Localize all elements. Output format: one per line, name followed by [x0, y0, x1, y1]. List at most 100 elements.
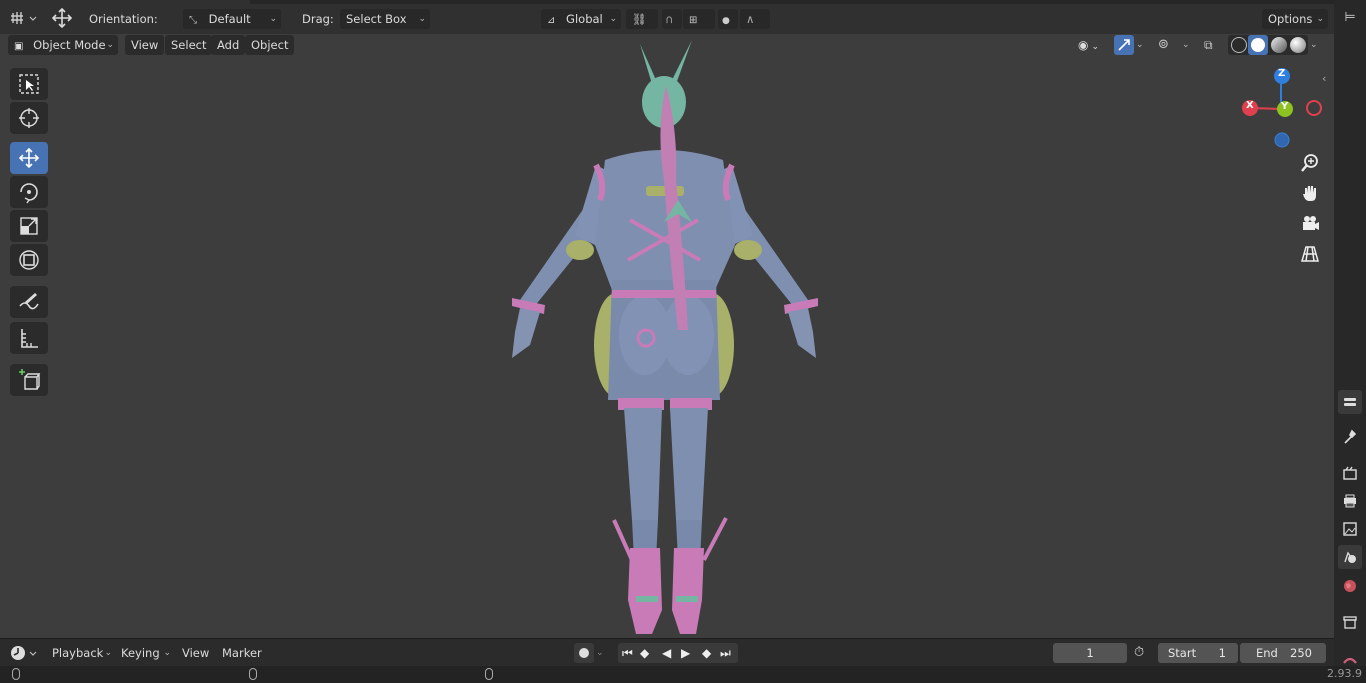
end-frame-field[interactable]: End 250 — [1240, 643, 1326, 663]
solid-shading-icon[interactable] — [1248, 35, 1268, 55]
settings-icon — [1344, 398, 1356, 406]
material-shading-icon[interactable] — [1271, 37, 1287, 53]
start-frame-field[interactable]: Start 1 — [1158, 643, 1238, 663]
scale-icon — [20, 217, 38, 235]
drag-value: Select Box — [346, 12, 407, 26]
cursor-tool[interactable] — [10, 102, 48, 134]
menu-marker[interactable]: Marker — [216, 643, 268, 663]
current-frame-field[interactable]: 1 — [1053, 643, 1127, 663]
proportional-edit-icon: ● — [722, 16, 730, 26]
chevron-down-icon: ⌄ — [104, 648, 112, 658]
menu-keying-label: Keying — [121, 646, 160, 660]
cursor-icon — [19, 108, 39, 128]
select-box-tool[interactable] — [10, 68, 48, 100]
editor-type-button[interactable] — [8, 8, 38, 28]
falloff-dropdown[interactable]: ∧ — [740, 9, 770, 29]
menu-timeline-view[interactable]: View — [176, 643, 215, 663]
world-tab[interactable] — [1338, 574, 1362, 598]
visibility-dropdown[interactable]: ◉ ⌄ — [1078, 35, 1110, 55]
zoom-button[interactable] — [1296, 149, 1324, 177]
auto-keying-toggle[interactable] — [574, 643, 594, 663]
rotate-tool[interactable] — [10, 176, 48, 208]
pivot-dropdown[interactable]: ⛓ — [626, 9, 658, 29]
menu-playback[interactable]: Playback ⌄ — [46, 643, 116, 663]
shading-dropdown[interactable]: ⌄ — [1310, 35, 1324, 55]
gizmo-toggle[interactable] — [1114, 35, 1134, 55]
select-box-icon — [19, 74, 39, 94]
orientation-dropdown[interactable]: ⤡ Default ⌄ — [183, 9, 281, 29]
jump-start-icon[interactable]: ⏮ — [622, 643, 633, 663]
wireframe-shading-icon[interactable] — [1231, 37, 1247, 53]
perspective-toggle-button[interactable] — [1296, 240, 1324, 268]
options-label: Options — [1268, 12, 1313, 26]
clock-icon — [11, 646, 37, 660]
jump-end-icon[interactable]: ⏭ — [720, 643, 731, 663]
transform-tool[interactable] — [10, 244, 48, 276]
image-icon — [1343, 522, 1357, 536]
add-cube-tool[interactable] — [10, 364, 48, 396]
world-icon — [1344, 580, 1356, 592]
annotate-tool[interactable] — [10, 286, 48, 318]
scene-icon — [1344, 551, 1356, 563]
gizmo-dropdown[interactable]: ⌄ — [1136, 35, 1150, 55]
tool-tab[interactable] — [1338, 425, 1362, 449]
menu-object[interactable]: Object — [245, 35, 295, 55]
rendered-shading-icon[interactable] — [1290, 37, 1306, 53]
measure-tool[interactable] — [10, 322, 48, 354]
play-reverse-icon[interactable]: ◀ — [662, 643, 671, 663]
proportional-edit-toggle[interactable]: ● — [718, 9, 738, 29]
output-tab[interactable] — [1338, 489, 1362, 513]
view-layer-tab[interactable] — [1338, 517, 1362, 541]
navigation-gizmo[interactable]: Z X Y — [1236, 64, 1328, 156]
gizmo-y-label: Y — [1281, 101, 1289, 112]
render-tab[interactable] — [1338, 461, 1362, 485]
eye-icon: ◉ — [1078, 38, 1089, 52]
snap-target-dropdown[interactable]: ⊞ — [683, 9, 715, 29]
preview-range-toggle[interactable]: ⏱ — [1134, 643, 1154, 663]
menu-add[interactable]: Add — [211, 35, 246, 55]
gizmo-x-label: X — [1246, 100, 1254, 111]
menu-select[interactable]: Select — [165, 35, 213, 55]
drag-dropdown[interactable]: Select Box ⌄ — [340, 9, 430, 29]
timeline-editor-type-button[interactable] — [8, 643, 40, 663]
menu-view[interactable]: View — [125, 35, 165, 55]
zoom-icon — [1301, 154, 1318, 172]
outliner-icon[interactable]: ⊨ — [1338, 6, 1362, 30]
mode-dropdown[interactable]: ▣ Object Mode ⌄ — [8, 35, 118, 55]
next-keyframe-icon[interactable]: ◆ — [702, 643, 711, 663]
pan-button[interactable] — [1296, 179, 1324, 207]
collection-tab[interactable] — [1338, 610, 1362, 634]
chevron-down-icon: ⌄ — [1316, 14, 1324, 24]
add-cube-icon — [19, 369, 41, 390]
camera-view-button[interactable] — [1296, 209, 1324, 237]
tool-header: Orientation: ⤡ Default ⌄ Drag: Select Bo… — [0, 0, 1360, 34]
transform-space-icon: ⊿ — [547, 15, 556, 26]
texture-tab[interactable] — [1338, 652, 1362, 666]
scene-tab[interactable] — [1338, 545, 1362, 569]
3d-viewport-icon — [11, 12, 37, 24]
tool-properties-tab[interactable] — [1338, 390, 1362, 414]
viewport[interactable] — [0, 34, 1334, 638]
prev-keyframe-icon[interactable]: ◆ — [640, 643, 649, 663]
transform-space-dropdown[interactable]: ⊿ Global ⌄ — [541, 9, 621, 29]
overlays-dropdown[interactable]: ⌄ — [1182, 35, 1196, 55]
sidebar-toggle[interactable]: ‹ — [1322, 72, 1332, 88]
xray-toggle[interactable]: ⧉ — [1204, 35, 1224, 55]
keying-options-dropdown[interactable]: ⌄ — [596, 643, 610, 663]
mouse-left-icon — [12, 668, 20, 680]
scale-tool[interactable] — [10, 210, 48, 242]
printer-icon — [1344, 494, 1356, 508]
snap-increment-icon: ⊞ — [689, 15, 698, 26]
mode-value: Object Mode — [33, 38, 106, 52]
camera-icon — [1303, 216, 1319, 230]
texture-icon — [1343, 657, 1357, 664]
falloff-curve-icon: ∧ — [746, 12, 755, 26]
play-icon[interactable]: ▶ — [681, 643, 690, 663]
options-dropdown[interactable]: Options ⌄ — [1262, 9, 1328, 29]
overlays-toggle[interactable]: ⊚ — [1158, 35, 1180, 55]
snap-toggle[interactable]: ∩ — [662, 9, 682, 29]
drag-label: Drag: — [302, 12, 334, 26]
start-value: 1 — [1218, 646, 1226, 660]
menu-keying[interactable]: Keying ⌄ — [115, 643, 175, 663]
move-tool[interactable] — [10, 142, 48, 174]
